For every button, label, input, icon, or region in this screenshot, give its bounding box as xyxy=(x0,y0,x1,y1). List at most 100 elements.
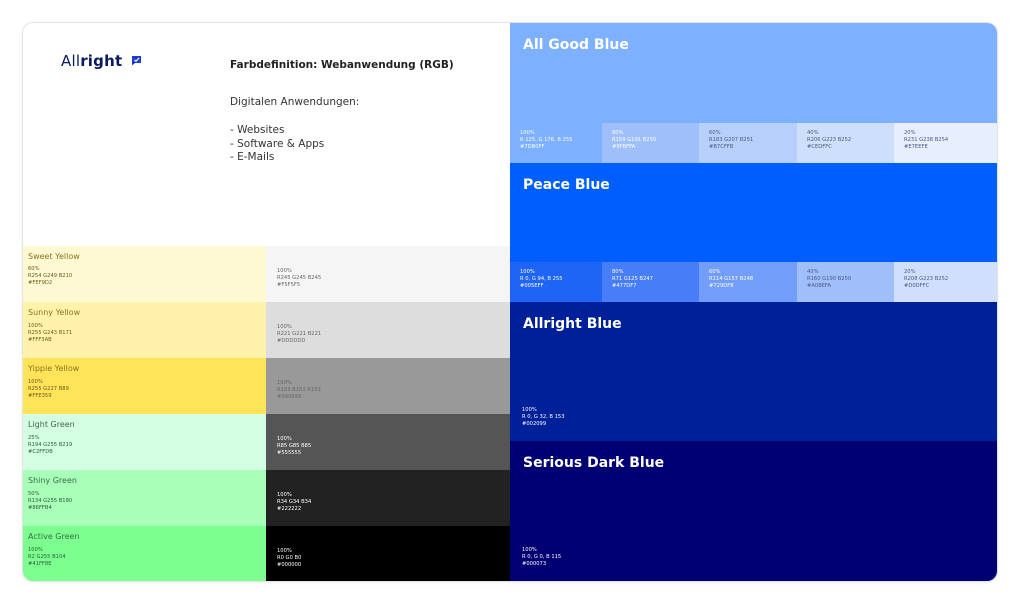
swatch-value-line: 100% xyxy=(277,380,292,386)
swatch-name: Sunny Yellow xyxy=(28,308,81,317)
swatch-value-line: #B7CFFB xyxy=(709,144,734,150)
swatch-value-line: R183 G207 B251 xyxy=(709,137,754,143)
swatch-value-line: #F5F5F5 xyxy=(277,282,301,288)
swatch-grey-f5f5f5: 100% R245 G245 B245 #F5F5F5 xyxy=(266,246,510,302)
swatch-grey-999999: 100% R153 R153 R153 #999999 xyxy=(266,358,510,414)
swatch-values: 100% R255 G227 B89 #FFE359 xyxy=(28,379,69,400)
swatch-grey-222222: 100% R34 G34 B34 #222222 xyxy=(266,470,510,526)
swatch-grey-000000: 100% R0 G0 B0 #000000 xyxy=(266,526,510,581)
tint-swatch: 20% R231 G238 B254 #E7EEFE xyxy=(894,123,997,163)
swatch-value-line: 100% xyxy=(277,548,292,554)
allright-logo: Allright xyxy=(61,52,142,70)
swatch-title: All Good Blue xyxy=(523,37,629,53)
swatch-value-line: R71 G125 B247 xyxy=(612,276,653,282)
swatch-value-line: R221 G221 B221 xyxy=(277,331,322,337)
swatch-sunny-yellow: Sunny Yellow 100% R255 G243 B171 #FFF3AB xyxy=(23,302,266,358)
swatch-values: 80% R71 G125 B247 #477DF7 xyxy=(612,269,653,290)
swatch-values: 100% R2 G255 B104 #41FF8E xyxy=(28,547,66,568)
swatch-values: 20% R231 G238 B254 #E7EEFE xyxy=(904,130,948,151)
swatch-value-line: R 0, G 94, B 255 xyxy=(520,276,563,282)
swatch-value-line: R 125, G 176, B 255 xyxy=(520,137,573,143)
swatch-value-line: 100% xyxy=(522,547,537,553)
swatch-values: 100% R0 G0 B0 #000000 xyxy=(277,548,301,569)
swatch-values: 100% R 0, G 0, B 115 #000073 xyxy=(522,547,561,568)
swatch-values: 50% R134 G255 B180 #86FFB4 xyxy=(28,491,72,512)
swatch-value-line: #CEDFFC xyxy=(807,144,832,150)
swatch-value-line: #86FFB4 xyxy=(28,505,52,511)
swatch-value-line: 20% xyxy=(904,130,916,136)
tint-swatch: 80% R159 G191 B250 #9FBFFA xyxy=(602,123,699,163)
swatch-value-line: #222222 xyxy=(277,506,302,512)
swatch-active-green: Active Green 100% R2 G255 B104 #41FF8E xyxy=(23,526,266,581)
swatch-value-line: #555555 xyxy=(277,450,302,456)
swatch-name: Yippie Yellow xyxy=(28,364,80,373)
logo-text-regular: All xyxy=(61,52,81,70)
swatch-value-line: 100% xyxy=(28,379,43,385)
swatch-value-line: R85 G85 B85 xyxy=(277,443,312,449)
swatch-grey-dddddd: 100% R221 G221 B221 #DDDDDD xyxy=(266,302,510,358)
swatch-value-line: R160 G190 B250 xyxy=(807,276,852,282)
swatch-title: Serious Dark Blue xyxy=(523,455,665,471)
swatch-value-line: 100% xyxy=(520,269,535,275)
swatch-value-line: 100% xyxy=(277,492,292,498)
swatch-values: 100% R 0, G 94, B 255 #005EFF xyxy=(520,269,563,290)
swatch-value-line: #E7EEFE xyxy=(904,144,928,150)
flag-icon xyxy=(132,55,142,65)
swatch-value-line: R153 R153 R153 xyxy=(277,387,321,393)
swatch-value-line: #000000 xyxy=(277,562,302,568)
swatch-sweet-yellow: Sweet Yellow 60% R254 G249 B210 #FEF9D2 xyxy=(23,246,266,302)
swatch-value-line: R255 G227 B89 xyxy=(28,386,69,392)
tint-swatch: 100% R 125, G 176, B 255 #7DB0FF xyxy=(510,123,602,163)
swatch-value-line: R231 G238 B254 xyxy=(904,137,949,143)
swatch-value-line: R245 G245 B245 xyxy=(277,275,322,281)
swatch-values: 20% R208 G223 B252 #D0DFFC xyxy=(904,269,948,290)
swatch-value-line: 100% xyxy=(277,324,292,330)
applications-subtitle: Digitalen Anwendungen: xyxy=(230,96,360,108)
swatch-value-line: R 0, G 32, B 153 xyxy=(522,414,565,420)
swatch-light-green: Light Green 25% R194 G255 B219 #C2FFDB xyxy=(23,414,266,470)
swatch-value-line: 100% xyxy=(28,547,43,553)
swatch-values: 60% R114 G157 B248 #729DF8 xyxy=(709,269,753,290)
swatch-value-line: #DDDDDD xyxy=(277,338,306,344)
swatch-value-line: 40% xyxy=(807,269,819,275)
swatch-allright-blue: Allright Blue 100% R 0, G 32, B 153 #002099 xyxy=(510,302,997,441)
swatch-value-line: 100% xyxy=(277,268,292,274)
tint-swatch: 100% R 0, G 94, B 255 #005EFF xyxy=(510,262,602,302)
swatch-value-line: R208 G223 B252 xyxy=(904,276,949,282)
logo-text-bold: right xyxy=(80,52,123,70)
swatch-values: 40% R206 G223 B252 #CEDFFC xyxy=(807,130,851,151)
swatch-value-line: R34 G34 B34 xyxy=(277,499,312,505)
swatch-value-line: #FFE359 xyxy=(28,393,52,399)
swatch-peace-blue: Peace Blue 100% R 0, G 94, B 255 #005EFF 80%… xyxy=(510,163,997,302)
swatch-values: 100% R 0, G 32, B 153 #002099 xyxy=(522,407,565,428)
swatch-name: Sweet Yellow xyxy=(28,252,80,261)
swatch-value-line: R194 G255 B219 xyxy=(28,442,73,448)
swatch-value-line: #002099 xyxy=(522,421,547,427)
swatch-value-line: #000073 xyxy=(522,561,547,567)
swatch-values: 100% R 125, G 176, B 255 #7DB0FF xyxy=(520,130,572,151)
swatch-value-line: R 0, G 0, B 115 xyxy=(522,554,562,560)
swatch-shiny-green: Shiny Green 50% R134 G255 B180 #86FFB4 xyxy=(23,470,266,526)
swatch-title: Allright Blue xyxy=(523,316,622,332)
swatch-values: 25% R194 G255 B219 #C2FFDB xyxy=(28,435,72,456)
swatch-value-line: R134 G255 B180 xyxy=(28,498,73,504)
swatch-value-line: R255 G243 B171 xyxy=(28,330,73,336)
color-definition-card: Allright Farbdefinition: Webanwendung (R… xyxy=(23,23,997,581)
swatch-value-line: 60% xyxy=(709,269,721,275)
swatch-name: Shiny Green xyxy=(28,476,77,485)
swatch-value-line: #D0DFFC xyxy=(904,283,930,289)
swatch-value-line: 60% xyxy=(28,266,40,272)
swatch-all-good-blue: All Good Blue 100% R 125, G 176, B 255 #7DB… xyxy=(510,23,997,163)
swatch-values: 100% R85 G85 B85 #555555 xyxy=(277,436,311,457)
swatch-value-line: R2 G255 B104 xyxy=(28,554,66,560)
swatch-title: Peace Blue xyxy=(523,177,610,193)
swatch-values: 100% R34 G34 B34 #222222 xyxy=(277,492,311,513)
swatch-value-line: R254 G249 B210 xyxy=(28,273,73,279)
list-item: - Websites xyxy=(230,124,285,136)
swatch-values: 80% R159 G191 B250 #9FBFFA xyxy=(612,130,656,151)
swatch-values: 60% R254 G249 B210 #FEF9D2 xyxy=(28,266,72,287)
swatch-value-line: 25% xyxy=(28,435,40,441)
swatch-value-line: 50% xyxy=(28,491,40,497)
swatch-value-line: #7DB0FF xyxy=(520,144,545,150)
swatch-values: 40% R160 G190 B250 #A0BEFA xyxy=(807,269,851,290)
